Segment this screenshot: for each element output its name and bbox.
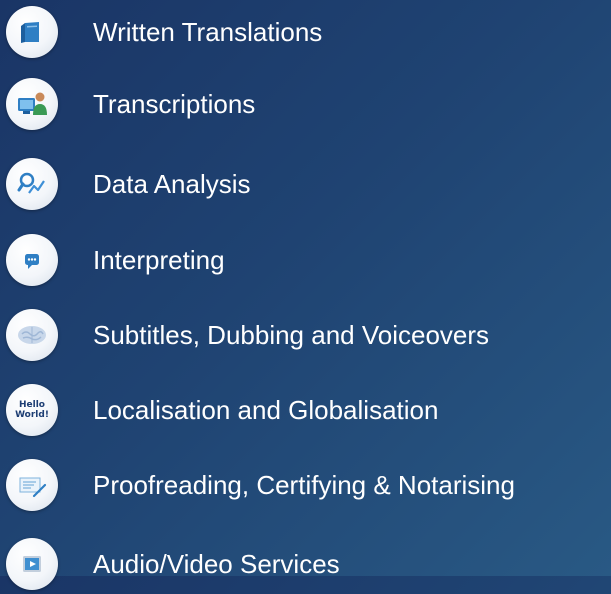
service-label: Transcriptions xyxy=(93,89,256,119)
service-item-transcriptions[interactable]: Transcriptions xyxy=(0,74,611,134)
document-icon xyxy=(6,6,58,58)
service-label: Data Analysis xyxy=(93,169,251,199)
certificate-pen-icon xyxy=(6,459,58,511)
brain-icon xyxy=(6,309,58,361)
chat-bubble-icon xyxy=(6,234,58,286)
service-item-written-translations[interactable]: Written Translations xyxy=(0,2,611,62)
service-label: Interpreting xyxy=(93,245,225,275)
service-label: Localisation and Globalisation xyxy=(93,395,439,425)
service-label: Written Translations xyxy=(93,17,323,47)
person-computer-icon xyxy=(6,78,58,130)
service-item-localisation-globalisation[interactable]: Hello World! Localisation and Globalisati… xyxy=(0,380,611,440)
video-screen-icon xyxy=(6,538,58,590)
hello-world-text: Hello World! xyxy=(15,400,49,420)
services-list: Written Translations Transcriptions Data… xyxy=(0,0,611,590)
service-item-interpreting[interactable]: Interpreting xyxy=(0,230,611,290)
service-item-subtitles-dubbing-voiceovers[interactable]: Subtitles, Dubbing and Voiceovers xyxy=(0,305,611,365)
service-item-data-analysis[interactable]: Data Analysis xyxy=(0,154,611,214)
hello-world-icon: Hello World! xyxy=(6,384,58,436)
service-label: Subtitles, Dubbing and Voiceovers xyxy=(93,320,490,350)
service-label: Proofreading, Certifying & Notarising xyxy=(93,470,515,500)
magnifier-chart-icon xyxy=(6,158,58,210)
service-item-audio-video-services[interactable]: Audio/Video Services xyxy=(0,534,611,594)
service-label: Audio/Video Services xyxy=(93,549,340,579)
service-item-proofreading-certifying-notarising[interactable]: Proofreading, Certifying & Notarising xyxy=(0,455,611,515)
